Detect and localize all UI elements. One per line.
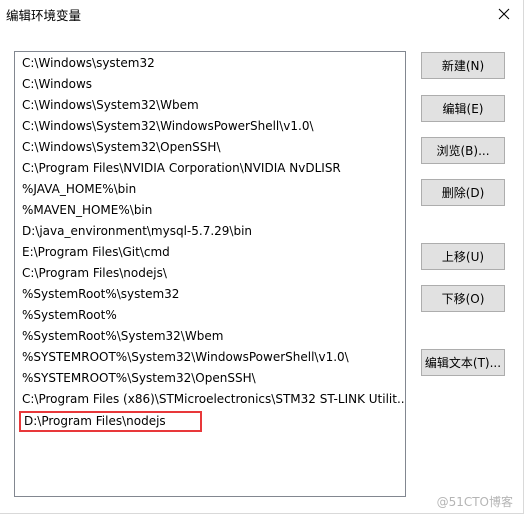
new-button[interactable]: 新建(N) (421, 52, 505, 79)
list-item[interactable]: C:\Windows\System32\WindowsPowerShell\v1… (16, 116, 404, 137)
edit-button[interactable]: 编辑(E) (421, 95, 505, 122)
list-item[interactable]: C:\Windows (16, 74, 404, 95)
list-item[interactable]: %SYSTEMROOT%\System32\WindowsPowerShell\… (16, 347, 404, 368)
list-item[interactable]: %SystemRoot% (16, 305, 404, 326)
list-item[interactable]: C:\Windows\System32\OpenSSH\ (16, 137, 404, 158)
list-item[interactable]: C:\Program Files\NVIDIA Corporation\NVID… (16, 158, 404, 179)
list-item[interactable]: C:\Program Files\nodejs\ (16, 263, 404, 284)
move-down-button[interactable]: 下移(O) (421, 285, 505, 312)
dialog-title: 编辑环境变量 (6, 8, 82, 23)
list-item[interactable]: %SystemRoot%\system32 (16, 284, 404, 305)
delete-button[interactable]: 删除(D) (421, 179, 505, 206)
path-list[interactable]: C:\Windows\system32 C:\Windows C:\Window… (14, 51, 406, 497)
move-up-button[interactable]: 上移(U) (421, 243, 505, 270)
list-item[interactable]: C:\Program Files (x86)\STMicroelectronic… (16, 389, 404, 410)
close-button[interactable] (489, 1, 519, 27)
list-item[interactable]: E:\Program Files\Git\cmd (16, 242, 404, 263)
watermark: @51CTO博客 (436, 495, 513, 509)
list-item[interactable]: C:\Windows\System32\Wbem (16, 95, 404, 116)
list-item[interactable]: C:\Windows\system32 (16, 53, 404, 74)
edit-text-button[interactable]: 编辑文本(T)... (421, 349, 505, 376)
list-item[interactable]: %MAVEN_HOME%\bin (16, 200, 404, 221)
edit-environment-variable-dialog: 编辑环境变量 C:\Windows\system32 C:\Windows C:… (0, 0, 524, 514)
close-icon (498, 8, 510, 20)
list-item[interactable]: %SYSTEMROOT%\System32\OpenSSH\ (16, 368, 404, 389)
list-item-edit-field[interactable]: D:\Program Files\nodejs (19, 411, 202, 432)
list-item[interactable]: %JAVA_HOME%\bin (16, 179, 404, 200)
browse-button[interactable]: 浏览(B)... (421, 137, 505, 164)
list-item[interactable]: %SystemRoot%\System32\Wbem (16, 326, 404, 347)
list-item[interactable]: D:\java_environment\mysql-5.7.29\bin (16, 221, 404, 242)
title-bar: 编辑环境变量 (0, 0, 523, 30)
